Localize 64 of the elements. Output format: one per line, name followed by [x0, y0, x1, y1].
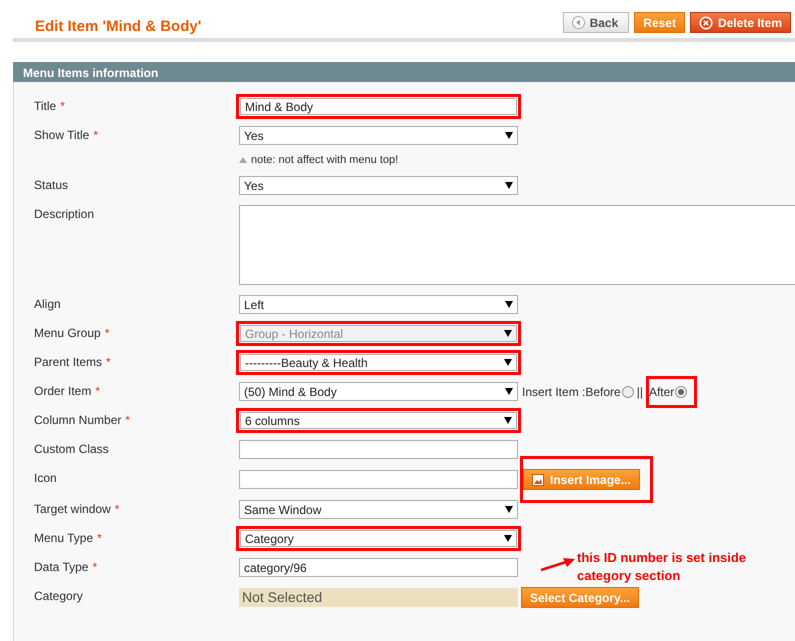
- text-field[interactable]: Mind & Body: [236, 94, 521, 119]
- field-label: Target window *: [34, 501, 120, 518]
- text-field[interactable]: [239, 440, 518, 459]
- select-value: Left: [244, 298, 264, 312]
- description-field[interactable]: [239, 205, 795, 285]
- category-value: Not Selected: [239, 588, 518, 607]
- annotation-arrow: [540, 557, 576, 573]
- dropdown-arrow-icon: [505, 506, 513, 513]
- field-label: Menu Type *: [34, 530, 103, 547]
- select-field[interactable]: Same Window: [239, 500, 518, 519]
- select-field[interactable]: 6 columns: [236, 408, 521, 433]
- field-label: Menu Group *: [34, 325, 110, 342]
- select-value: ---------Beauty & Health: [245, 356, 368, 370]
- dropdown-arrow-icon: [505, 182, 513, 189]
- close-icon: [698, 16, 713, 30]
- triangle-icon: [239, 157, 247, 163]
- field-label: Category: [34, 588, 84, 605]
- annotation-text: this ID number is set inside category section: [577, 549, 748, 585]
- select-value: Yes: [244, 178, 264, 192]
- select-value: Category: [245, 532, 294, 546]
- dropdown-arrow-icon: [505, 132, 513, 139]
- select-value: (50) Mind & Body: [244, 384, 337, 398]
- dropdown-arrow-icon: [505, 388, 513, 395]
- select-value: Yes: [244, 128, 264, 142]
- select-field[interactable]: ---------Beauty & Health: [236, 350, 521, 375]
- field-label: Show Title *: [34, 127, 100, 144]
- select-value: Same Window: [244, 502, 322, 516]
- select-field[interactable]: Category: [236, 526, 521, 551]
- select-field[interactable]: Left: [239, 295, 518, 314]
- field-label: Custom Class: [34, 441, 110, 458]
- field-label: Data Type *: [34, 559, 98, 576]
- dropdown-arrow-icon: [505, 301, 513, 308]
- field-label: Column Number *: [34, 412, 132, 429]
- page-title: Edit Item 'Mind & Body': [35, 16, 202, 34]
- field-label: Icon: [34, 470, 58, 487]
- field-label: Order Item *: [34, 383, 102, 400]
- back-button[interactable]: Back: [562, 12, 630, 33]
- insert-item-label: Insert Item :: [522, 384, 586, 398]
- separator-text: ||: [636, 384, 643, 398]
- radio-label: Before: [585, 384, 621, 398]
- radio-button[interactable]: [675, 386, 688, 398]
- section-header: Menu Items information: [13, 62, 795, 82]
- dropdown-arrow-icon: [504, 535, 512, 542]
- field-label: Title *: [34, 98, 66, 115]
- radio-label: After: [648, 384, 674, 398]
- select-value: 6 columns: [245, 414, 300, 428]
- select-field[interactable]: Yes: [239, 126, 518, 145]
- field-label: Parent Items *: [34, 354, 112, 371]
- dropdown-arrow-icon: [504, 359, 512, 366]
- radio-button[interactable]: [622, 386, 634, 398]
- text-field[interactable]: [239, 470, 518, 489]
- select-field[interactable]: (50) Mind & Body: [239, 382, 518, 401]
- radio-option[interactable]: Before: [585, 384, 634, 398]
- image-icon: [532, 474, 544, 486]
- text-field[interactable]: category/96: [239, 558, 518, 577]
- field-label: Align: [34, 296, 62, 313]
- select-field[interactable]: Yes: [239, 176, 518, 195]
- dropdown-arrow-icon: [504, 417, 512, 424]
- select-value: Group - Horizontal: [245, 326, 344, 340]
- field-note: note: not affect with menu top!: [251, 154, 398, 166]
- dropdown-arrow-icon: [504, 330, 512, 337]
- field-label: Description: [34, 206, 96, 223]
- delete-button[interactable]: Delete Item: [690, 12, 791, 33]
- field-label: Status: [34, 177, 70, 194]
